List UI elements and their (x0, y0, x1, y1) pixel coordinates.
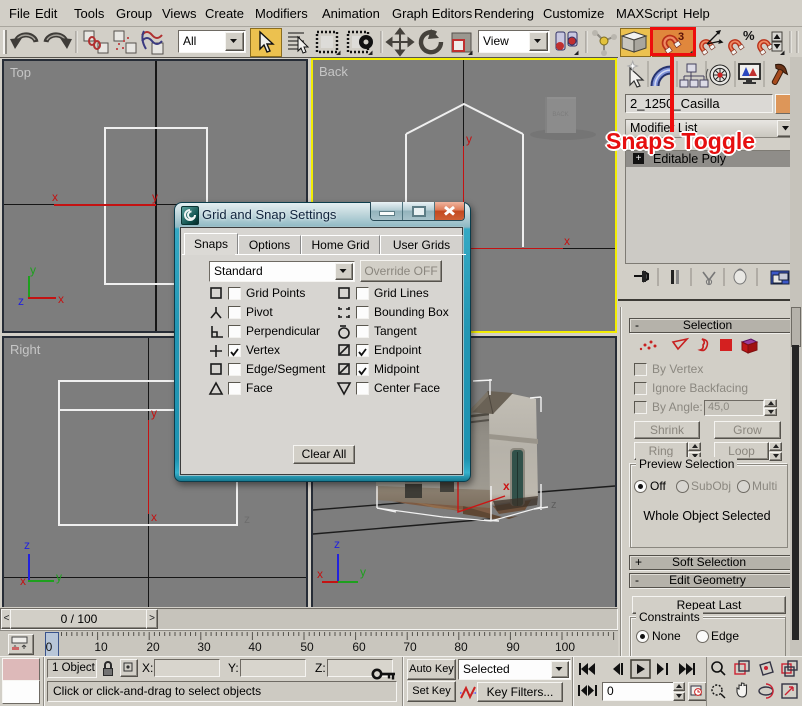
svg-text:z: z (551, 499, 557, 511)
svg-text:z: z (334, 537, 340, 551)
svg-text:y: y (360, 565, 366, 579)
svg-text:x: x (317, 567, 323, 581)
svg-text:x: x (503, 479, 510, 493)
svg-text:%: % (743, 28, 755, 43)
